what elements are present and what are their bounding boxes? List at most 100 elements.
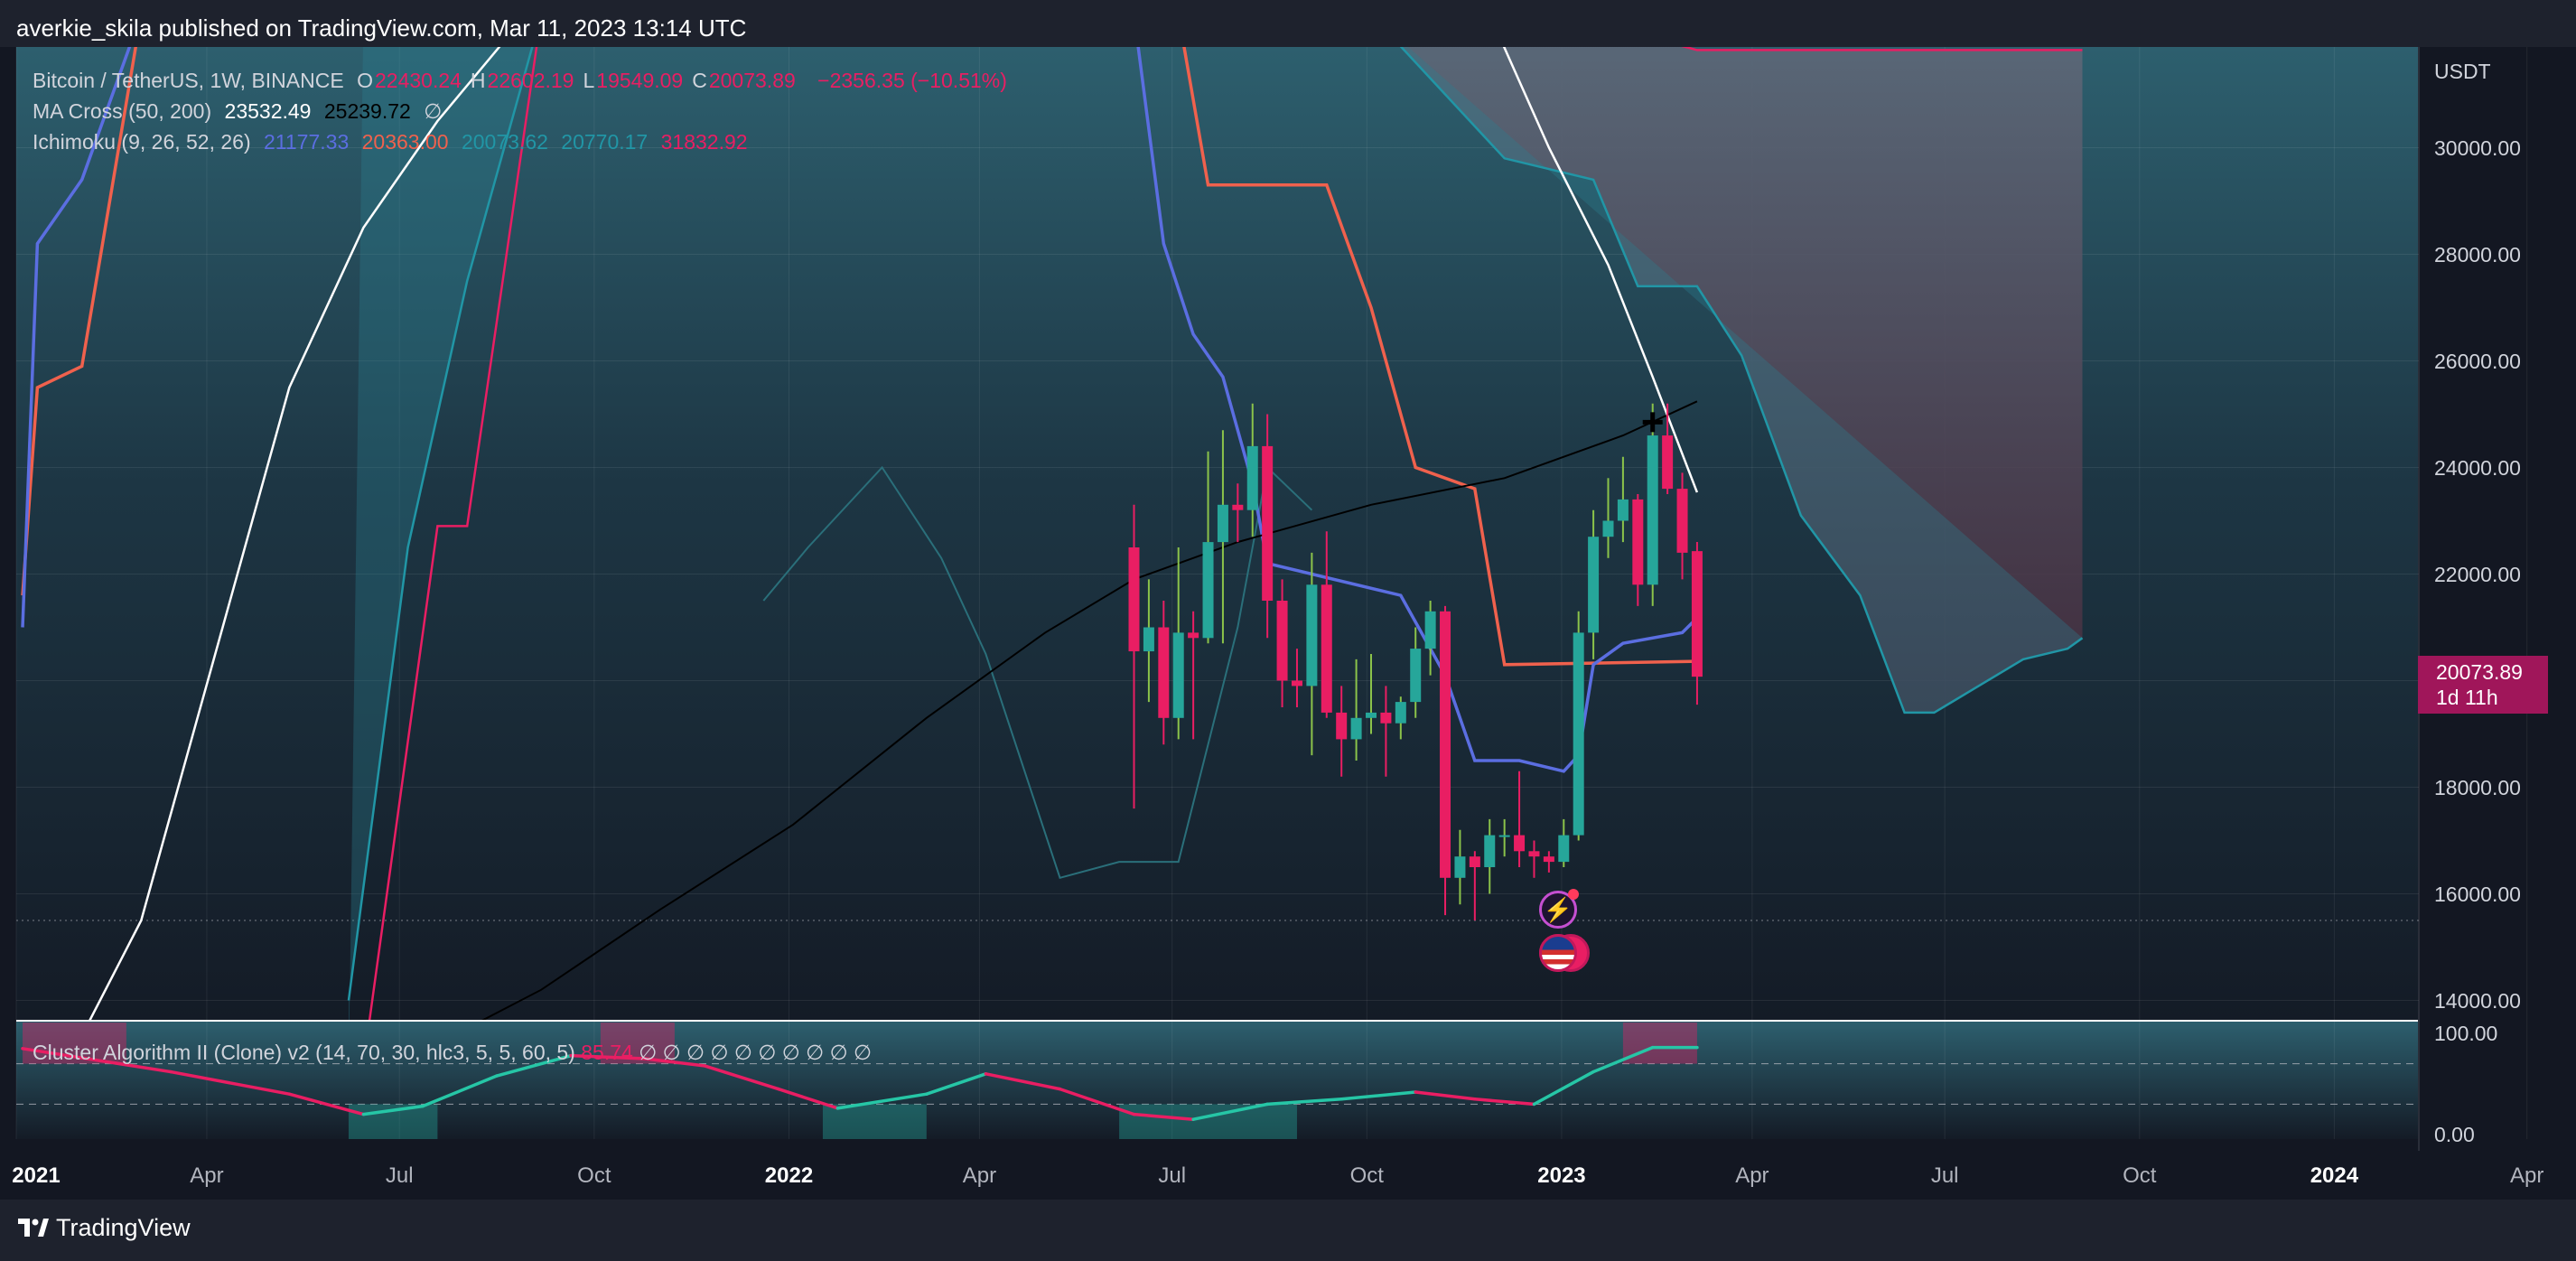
ichimoku-span-b-value: 20770.17 xyxy=(561,130,649,154)
candle-body xyxy=(1202,542,1214,639)
ichimoku-chikou-value: 31832.92 xyxy=(660,130,748,154)
time-tick-label: Apr xyxy=(962,1163,997,1188)
price-tick-label: 24000.00 xyxy=(2434,455,2521,480)
ohlc-key-o: O xyxy=(357,69,373,92)
ma-cross-label[interactable]: MA Cross (50, 200) xyxy=(33,99,211,123)
ma-fast-value: 23532.49 xyxy=(224,99,312,123)
candle-body xyxy=(1484,835,1496,867)
time-tick-label: 2024 xyxy=(2310,1163,2359,1188)
change-value: −2356.35 (−10.51%) xyxy=(817,69,1007,92)
chart-svg[interactable] xyxy=(0,47,2576,1200)
time-tick-label: Jul xyxy=(385,1163,414,1188)
price-tick-label: 18000.00 xyxy=(2434,775,2521,799)
oscillator-nulls: ∅ ∅ ∅ ∅ ∅ ∅ ∅ ∅ ∅ ∅ xyxy=(639,1041,873,1064)
publish-header: averkie_skila published on TradingView.c… xyxy=(0,0,2576,48)
ohlc-value-c: 20073.89 xyxy=(708,69,796,92)
price-tick-label: 26000.00 xyxy=(2434,349,2521,373)
candle-body xyxy=(1691,551,1703,677)
candle-body xyxy=(1573,632,1584,836)
candle-body xyxy=(1366,712,1377,718)
candle-body xyxy=(1602,520,1614,537)
oscillator-scale-min: 0.00 xyxy=(2434,1123,2475,1146)
time-tick-label: Apr xyxy=(190,1163,224,1188)
oscillator-zone xyxy=(1119,1104,1297,1139)
candle-body xyxy=(1128,547,1140,652)
candle-body xyxy=(1558,835,1570,863)
time-tick-label: Oct xyxy=(1349,1163,1384,1188)
candle-body xyxy=(1676,489,1688,553)
candle-body xyxy=(1276,601,1288,681)
time-tick-label: Jul xyxy=(1930,1163,1959,1188)
us-flag-event-icon-front[interactable] xyxy=(1539,934,1577,972)
candle-body xyxy=(1321,584,1332,713)
candle-body xyxy=(1543,856,1554,863)
candle-body xyxy=(1232,504,1244,510)
candle-body xyxy=(1528,851,1540,857)
candle-body xyxy=(1632,499,1644,585)
candle-body xyxy=(1395,702,1406,724)
candle-body xyxy=(1246,445,1258,510)
oscillator-value: 85.74 xyxy=(581,1041,633,1064)
candle-body xyxy=(1469,856,1480,867)
ma-cross-legend: MA Cross (50, 200) 23532.49 25239.72 ∅ xyxy=(33,99,449,124)
bar-countdown: 1d 11h xyxy=(2436,686,2498,709)
symbol-legend: Bitcoin / TetherUS, 1W, BINANCE O22430.2… xyxy=(33,69,1014,93)
symbol-name[interactable]: Bitcoin / TetherUS, 1W, BINANCE xyxy=(33,69,344,92)
candle-body xyxy=(1291,680,1302,687)
oscillator-scale-max: 100.00 xyxy=(2434,1022,2498,1045)
event-notification-dot xyxy=(1568,889,1579,900)
ohlc-values: O22430.24 H22602.19 L19549.09 C20073.89 xyxy=(357,69,805,92)
candle-body xyxy=(1617,499,1629,521)
ma-slow-value: 25239.72 xyxy=(323,99,411,123)
candle-body xyxy=(1217,504,1228,543)
tradingview-logo[interactable]: TradingView xyxy=(18,1214,191,1242)
time-tick-label: Oct xyxy=(2123,1163,2157,1188)
time-tick-label: Oct xyxy=(577,1163,611,1188)
time-tick-label: 2022 xyxy=(764,1163,814,1188)
price-scale-unit[interactable]: USDT xyxy=(2434,60,2491,84)
ichimoku-label[interactable]: Ichimoku (9, 26, 52, 26) xyxy=(33,130,251,154)
candle-body xyxy=(1306,584,1318,687)
price-tick-label: 22000.00 xyxy=(2434,562,2521,586)
ohlc-key-c: C xyxy=(692,69,707,92)
time-tick-label: 2023 xyxy=(1537,1163,1586,1188)
last-price-label: 20073.89 1d 11h xyxy=(2418,656,2548,714)
time-tick-label: Apr xyxy=(1735,1163,1769,1188)
candle-body xyxy=(1588,537,1600,633)
price-tick-label: 14000.00 xyxy=(2434,988,2521,1013)
price-tick-label: 16000.00 xyxy=(2434,882,2521,906)
ichimoku-kijun-value: 20363.00 xyxy=(361,130,449,154)
time-tick-label: Apr xyxy=(2510,1163,2544,1188)
candle-body xyxy=(1262,445,1274,601)
candle-body xyxy=(1424,611,1436,649)
time-tick-label: 2021 xyxy=(12,1163,61,1188)
candle-body xyxy=(1380,712,1392,724)
candle-body xyxy=(1336,712,1348,740)
time-tick-label: Jul xyxy=(1158,1163,1187,1188)
candle-body xyxy=(1350,717,1362,740)
ohlc-key-h: H xyxy=(470,69,486,92)
ohlc-value-h: 22602.19 xyxy=(487,69,574,92)
candle-body xyxy=(1410,649,1422,703)
tradingview-logo-icon xyxy=(18,1218,49,1237)
candle-body xyxy=(1647,435,1658,585)
oscillator-zone xyxy=(1622,1023,1697,1064)
last-price-value: 20073.89 xyxy=(2436,660,2523,684)
oscillator-legend: Cluster Algorithm II (Clone) v2 (14, 70,… xyxy=(33,1041,872,1065)
publish-info: averkie_skila published on TradingView.c… xyxy=(16,14,747,42)
candle-body xyxy=(1662,435,1674,490)
ichimoku-legend: Ichimoku (9, 26, 52, 26) 21177.33 20363.… xyxy=(33,130,755,154)
candle-body xyxy=(1172,632,1184,718)
candle-body xyxy=(1498,835,1510,837)
price-tick-label: 30000.00 xyxy=(2434,135,2521,160)
ohlc-key-l: L xyxy=(583,69,595,92)
candle-body xyxy=(1143,627,1154,652)
ichimoku-span-a-value: 20073.62 xyxy=(461,130,548,154)
candle-body xyxy=(1188,632,1199,639)
price-tick-label: 28000.00 xyxy=(2434,242,2521,266)
oscillator-label[interactable]: Cluster Algorithm II (Clone) v2 (14, 70,… xyxy=(33,1041,575,1064)
ichimoku-tenkan-value: 21177.33 xyxy=(264,130,350,154)
candle-body xyxy=(1514,835,1526,852)
candle-body xyxy=(1440,611,1451,878)
candle-body xyxy=(1454,856,1466,878)
